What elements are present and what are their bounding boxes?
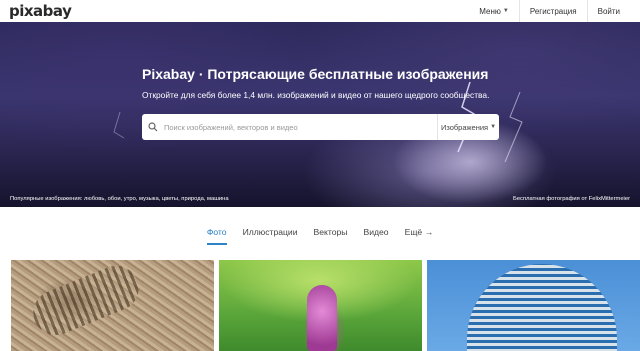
menu-label: Меню <box>479 6 501 16</box>
hero-title: Pixabay · Потрясающие бесплатные изображ… <box>142 66 489 82</box>
menu-button[interactable]: Меню ▼ <box>469 0 519 22</box>
flower-shape <box>307 285 337 351</box>
tab-vectors[interactable]: Векторы <box>306 222 356 242</box>
photo-thumbnail-tower[interactable] <box>427 260 640 351</box>
search-type-dropdown[interactable]: Изображения ▼ <box>437 114 499 140</box>
photo-thumbnail-footprint[interactable] <box>11 260 214 351</box>
tab-videos[interactable]: Видео <box>355 222 396 242</box>
media-tabs: Фото Иллюстрации Векторы Видео Ещё → <box>0 207 640 257</box>
search-type-label: Изображения <box>440 122 489 132</box>
top-bar: pixabay Меню ▼ Регистрация Войти <box>0 0 640 22</box>
photo-thumbnail-orchid[interactable] <box>219 260 422 351</box>
hero-subtitle: Откройте для себя более 1,4 млн. изображ… <box>142 90 490 100</box>
login-link[interactable]: Войти <box>588 0 630 22</box>
register-link[interactable]: Регистрация <box>520 0 587 22</box>
chevron-down-icon: ▼ <box>490 124 497 130</box>
photo-credit[interactable]: Бесплатная фотография от FelixMittermeie… <box>513 196 630 202</box>
top-nav: Меню ▼ Регистрация Войти <box>469 0 630 22</box>
chevron-down-icon: ▼ <box>502 8 509 14</box>
search-bar: Изображения ▼ <box>142 114 499 140</box>
footprint-shape <box>26 260 146 342</box>
popular-searches: Популярные изображения: любовь, обои, ут… <box>10 196 229 202</box>
tab-photos[interactable]: Фото <box>199 222 235 245</box>
search-icon[interactable] <box>142 114 164 140</box>
pixabay-logo[interactable]: pixabay <box>9 2 72 20</box>
hero-banner: Pixabay · Потрясающие бесплатные изображ… <box>0 22 640 207</box>
tab-illustrations[interactable]: Иллюстрации <box>235 222 306 242</box>
search-input[interactable] <box>164 114 437 140</box>
tab-more[interactable]: Ещё → <box>397 222 442 242</box>
tower-shape <box>467 264 617 351</box>
